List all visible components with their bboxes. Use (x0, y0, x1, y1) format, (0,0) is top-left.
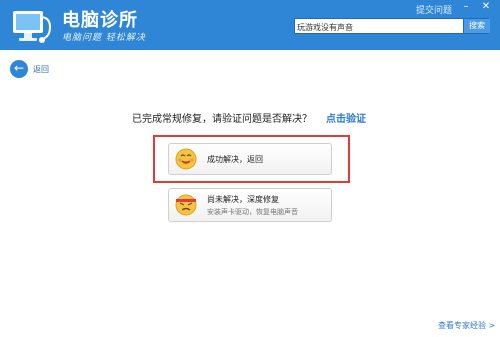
option-title: 成功解决，返回 (207, 155, 263, 164)
sad-face-icon (175, 194, 197, 216)
option-title: 尚未解决，深度修复 (207, 195, 279, 204)
search-button[interactable]: 搜索 (463, 19, 490, 33)
back-arrow-icon[interactable]: ← (10, 60, 28, 78)
back-link[interactable]: 返回 (33, 64, 49, 75)
submit-question-link[interactable]: 提交问题 (416, 3, 452, 16)
close-icon[interactable]: ✕ (480, 2, 492, 12)
verify-link[interactable]: 点击验证 (326, 110, 366, 125)
app-title: 电脑诊所 (62, 10, 138, 31)
app-header: 电脑诊所 电脑问题 轻松解决 提交问题 – ✕ 搜索 (0, 0, 500, 50)
minimize-icon[interactable]: – (460, 2, 472, 12)
resolved-return-button[interactable]: 成功解决，返回 (168, 143, 332, 175)
search-box: 搜索 (294, 18, 490, 34)
verify-question: 已完成常规修复，请验证问题是否解决？ (132, 114, 312, 125)
expert-experience-link[interactable]: 查看专家经验 > (438, 320, 495, 331)
happy-face-icon (175, 148, 197, 170)
monitor-stethoscope-icon (13, 11, 52, 43)
option-subtitle: 安装声卡驱动，恢复电脑声音 (207, 208, 298, 216)
search-input[interactable] (297, 20, 457, 34)
app-subtitle: 电脑问题 轻松解决 (62, 33, 146, 43)
deep-repair-button[interactable]: 尚未解决，深度修复 安装声卡驱动，恢复电脑声音 (168, 188, 332, 222)
